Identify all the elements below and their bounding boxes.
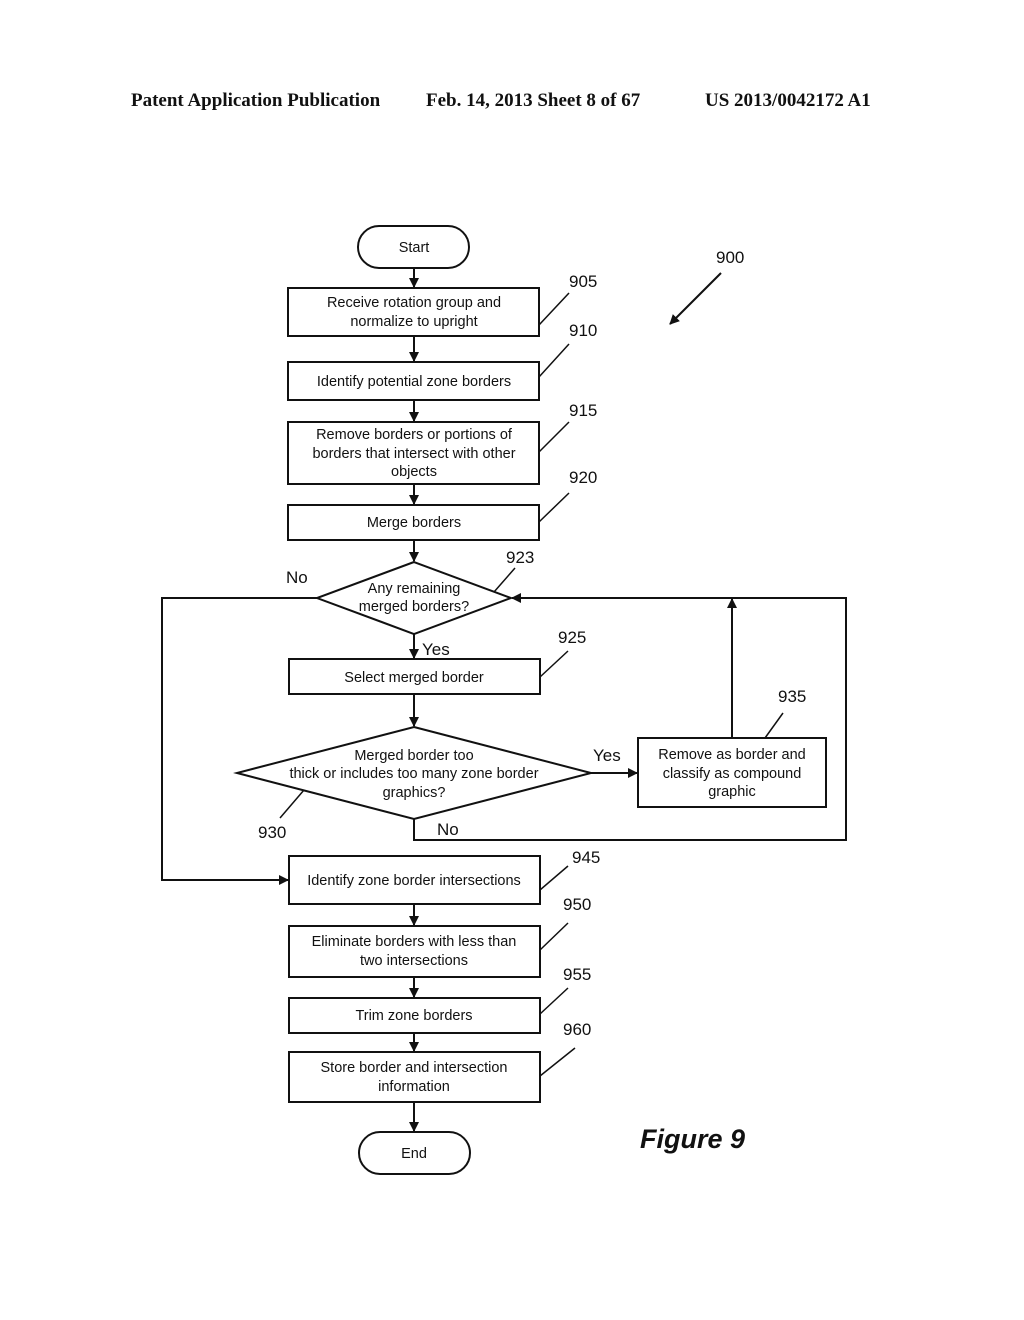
box-915-line-2: borders that intersect with other: [312, 446, 515, 462]
ref-925: 925: [558, 628, 586, 647]
start-label: Start: [399, 240, 430, 256]
leader-955: [539, 987, 569, 1015]
decision-923-line-2: merged borders?: [359, 599, 469, 615]
leader-910: [538, 343, 570, 378]
box-935-line-1: Remove as border and: [658, 747, 806, 763]
leader-905: [538, 292, 570, 326]
leader-923: [493, 567, 516, 593]
box-935-line-2: classify as compound: [663, 766, 802, 782]
edge-label-no-923: No: [286, 568, 308, 587]
box-945-line-1: Identify zone border intersections: [307, 873, 521, 889]
leader-960: [539, 1047, 576, 1077]
flowchart: Start Receive rotation group and normali…: [161, 225, 847, 1175]
leader-945: [539, 865, 569, 891]
box-960-line-2: information: [378, 1079, 450, 1095]
decision-930-line-3: graphics?: [383, 785, 446, 801]
leader-935: [764, 712, 784, 739]
leader-930: [279, 789, 305, 819]
leader-915: [538, 421, 570, 453]
ref-945: 945: [572, 848, 600, 867]
box-910-line-1: Identify potential zone borders: [317, 374, 511, 390]
decision-923-line-1: Any remaining: [368, 581, 461, 597]
edge-label-yes-930: Yes: [593, 746, 621, 765]
box-925-line-1: Select merged border: [344, 670, 484, 686]
ref-930: 930: [258, 823, 286, 842]
ref-915: 915: [569, 401, 597, 420]
leader-925: [539, 650, 569, 678]
figure-label: Figure 9: [640, 1124, 745, 1154]
leader-950: [539, 922, 569, 951]
ref-920: 920: [569, 468, 597, 487]
end-label: End: [401, 1146, 427, 1162]
box-915-line-3: objects: [391, 464, 437, 480]
box-960-line-1: Store border and intersection: [321, 1060, 508, 1076]
ref-905: 905: [569, 272, 597, 291]
ref-910: 910: [569, 321, 597, 340]
ref-960: 960: [563, 1020, 591, 1039]
box-950-line-1: Eliminate borders with less than: [312, 934, 517, 950]
box-955-line-1: Trim zone borders: [355, 1008, 472, 1024]
ref-935: 935: [778, 687, 806, 706]
ref-955: 955: [563, 965, 591, 984]
ref-900-arrow: [669, 272, 722, 325]
ref-923: 923: [506, 548, 534, 567]
box-905-line-1: Receive rotation group and: [327, 295, 501, 311]
edge-label-yes-923: Yes: [422, 640, 450, 659]
ref-950: 950: [563, 895, 591, 914]
box-905-line-2: normalize to upright: [350, 314, 477, 330]
edge-label-no-930: No: [437, 820, 459, 839]
leader-920: [538, 492, 570, 523]
decision-930-line-1: Merged border too: [354, 748, 473, 764]
decision-923: [314, 560, 514, 636]
box-935-line-3: graphic: [708, 784, 756, 800]
arrow-923-no-945: [161, 597, 317, 885]
box-920-line-1: Merge borders: [367, 515, 461, 531]
decision-930-line-2: thick or includes too many zone border: [289, 766, 538, 782]
box-915-line-1: Remove borders or portions of: [316, 427, 513, 443]
box-950-line-2: two intersections: [360, 953, 468, 969]
ref-900: 900: [716, 248, 744, 267]
